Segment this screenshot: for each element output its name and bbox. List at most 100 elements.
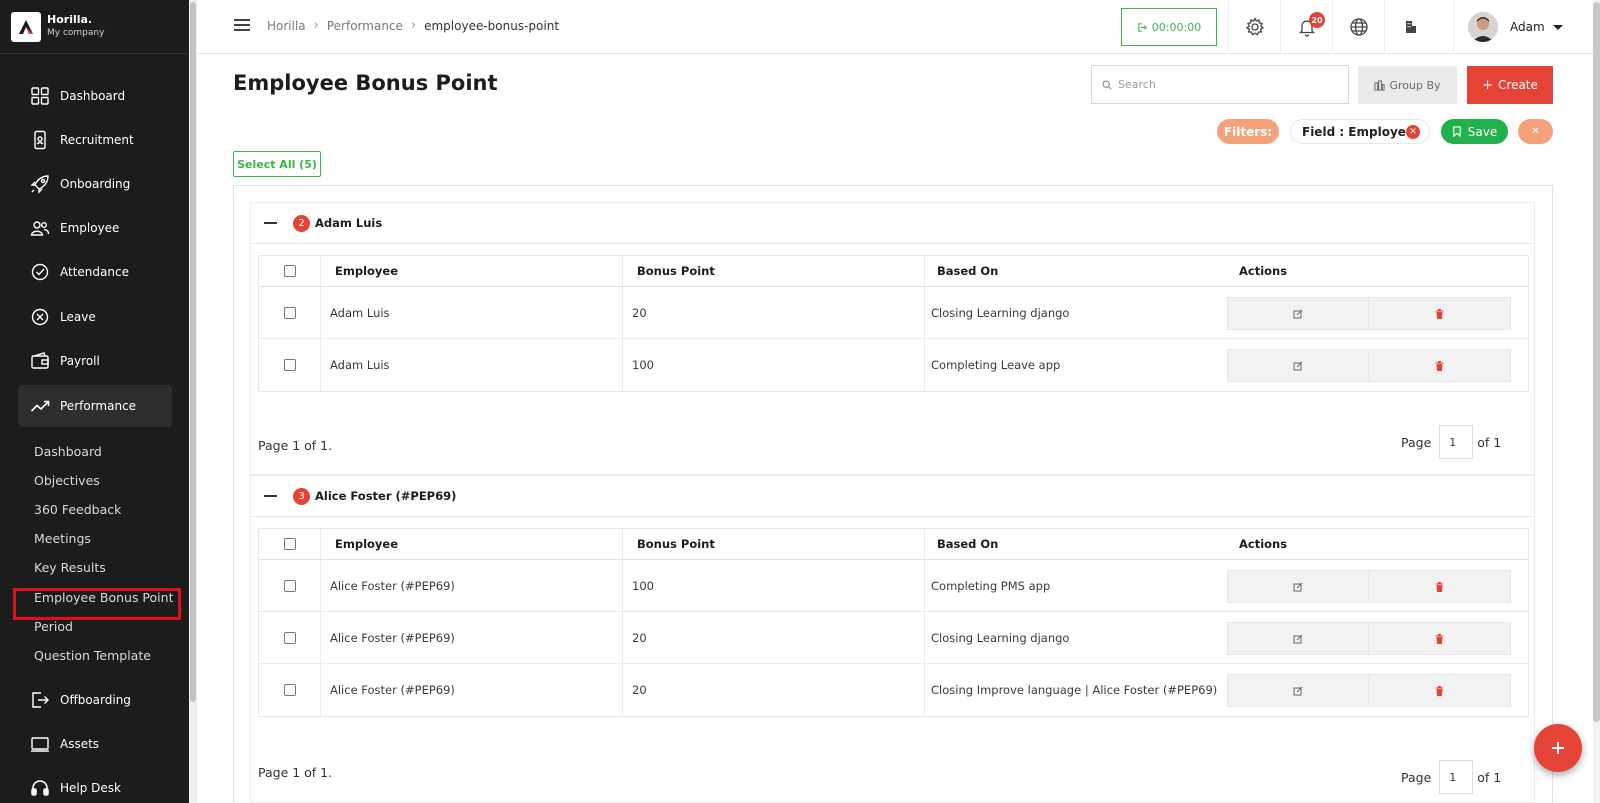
subnav-question-template[interactable]: Question Template: [34, 648, 151, 663]
sidebar-item-label: Assets: [60, 737, 100, 751]
header-checkbox-cell: [259, 256, 321, 286]
sidebar-scrollbar[interactable]: [189, 0, 197, 803]
sidebar-item-label: Employee: [60, 221, 120, 235]
delete-button[interactable]: [1369, 674, 1511, 707]
trash-icon: [1435, 308, 1444, 319]
hamburger-menu-icon[interactable]: [234, 19, 250, 33]
edit-button[interactable]: [1227, 622, 1369, 655]
sidebar-item-employee[interactable]: Employee: [18, 207, 172, 249]
subnav-employee-bonus-point[interactable]: Employee Bonus Point: [34, 590, 173, 605]
select-all-checkbox[interactable]: [283, 265, 296, 277]
subnav-key-results[interactable]: Key Results: [34, 560, 106, 575]
language-button[interactable]: [1332, 0, 1384, 54]
page-scrollbar[interactable]: [1593, 0, 1600, 803]
subnav-objectives[interactable]: Objectives: [34, 473, 100, 488]
check-in-timer-button[interactable]: 00:00:00: [1121, 8, 1217, 46]
page-scrollbar-thumb[interactable]: [1593, 2, 1600, 722]
group-name: Adam Luis: [315, 216, 383, 230]
save-filter-button[interactable]: Save: [1441, 119, 1508, 144]
delete-button[interactable]: [1369, 622, 1511, 655]
sidebar-item-help-desk[interactable]: Help Desk: [18, 767, 172, 803]
sidebar-item-recruitment[interactable]: Recruitment: [18, 119, 172, 161]
delete-button[interactable]: [1369, 349, 1511, 382]
brand[interactable]: Horilla. My company: [0, 0, 189, 54]
cell-bonus-point: 100: [623, 339, 925, 391]
trash-icon: [1435, 633, 1444, 644]
delete-button[interactable]: [1369, 297, 1511, 330]
search-input[interactable]: [1118, 78, 1338, 91]
table-header-row: Employee Bonus Point Based On Actions: [259, 529, 1528, 560]
user-menu[interactable]: Adam: [1453, 0, 1563, 54]
trend-icon: [29, 395, 51, 417]
globe-icon: [1349, 18, 1368, 36]
table-row[interactable]: Adam Luis 100 Completing Leave app: [259, 339, 1528, 391]
bookmark-icon: [1452, 126, 1461, 137]
sidebar-item-onboarding[interactable]: Onboarding: [18, 163, 172, 205]
table-row[interactable]: Alice Foster (#PEP69) 20 Closing Improve…: [259, 664, 1528, 716]
breadcrumb-current: employee-bonus-point: [424, 18, 560, 33]
sidebar-item-label: Onboarding: [60, 177, 131, 191]
page-number-input[interactable]: 1: [1439, 425, 1474, 459]
sidebar-item-leave[interactable]: Leave: [18, 296, 172, 338]
subnav-360-feedback[interactable]: 360 Feedback: [34, 502, 121, 517]
edit-button[interactable]: [1227, 297, 1369, 330]
table-row[interactable]: Alice Foster (#PEP69) 20 Closing Learnin…: [259, 612, 1528, 664]
edit-icon: [1293, 582, 1303, 591]
avatar: [1468, 12, 1498, 42]
create-button[interactable]: + Create: [1467, 66, 1553, 104]
sidebar-item-attendance[interactable]: Attendance: [18, 251, 172, 293]
headset-icon: [29, 777, 51, 799]
row-actions: [1227, 349, 1512, 382]
group-header[interactable]: 2 Adam Luis: [251, 203, 1534, 244]
remove-filter-icon[interactable]: ✕: [1406, 125, 1420, 139]
sidebar-item-label: Payroll: [60, 354, 100, 368]
trash-icon: [1435, 360, 1444, 371]
table-row[interactable]: Alice Foster (#PEP69) 100 Completing PMS…: [259, 560, 1528, 612]
edit-button[interactable]: [1227, 570, 1369, 603]
quick-add-fab-button[interactable]: [1534, 724, 1582, 772]
bonus-table: Employee Bonus Point Based On Actions Al…: [258, 528, 1529, 717]
row-checkbox[interactable]: [283, 306, 296, 319]
delete-button[interactable]: [1369, 570, 1511, 603]
subnav-dashboard[interactable]: Dashboard: [34, 444, 102, 459]
subnav-meetings[interactable]: Meetings: [34, 531, 91, 546]
collapse-icon[interactable]: [264, 222, 277, 224]
edit-button[interactable]: [1227, 349, 1369, 382]
group-count-badge: 2: [293, 214, 310, 232]
page-number-input[interactable]: 1: [1439, 760, 1474, 794]
notifications-button[interactable]: 20: [1280, 0, 1332, 54]
sidebar-item-performance[interactable]: Performance: [18, 385, 172, 427]
breadcrumb-horilla[interactable]: Horilla: [267, 19, 306, 33]
table-row[interactable]: Adam Luis 20 Closing Learning django: [259, 287, 1528, 339]
column-header-employee: Employee: [321, 256, 623, 286]
subnav-period[interactable]: Period: [34, 619, 73, 634]
select-all-checkbox[interactable]: [283, 538, 296, 550]
edit-button[interactable]: [1227, 674, 1369, 707]
x-circle-icon: [29, 306, 51, 328]
rocket-icon: [29, 173, 51, 195]
group-header[interactable]: 3 Alice Foster (#PEP69): [251, 476, 1534, 517]
group-by-button[interactable]: Group By: [1358, 66, 1457, 104]
select-all-button[interactable]: Select All (5): [233, 151, 321, 177]
sidebar-item-assets[interactable]: Assets: [18, 723, 172, 765]
sidebar-item-dashboard[interactable]: Dashboard: [18, 75, 172, 117]
sidebar-item-offboarding[interactable]: Offboarding: [18, 679, 172, 721]
cell-employee: Alice Foster (#PEP69): [321, 560, 623, 611]
column-header-employee: Employee: [321, 529, 623, 559]
page-of-label: of 1: [1477, 434, 1502, 450]
row-checkbox[interactable]: [283, 359, 296, 371]
page-of-label: of 1: [1477, 769, 1502, 785]
row-checkbox[interactable]: [283, 631, 296, 644]
header-checkbox-cell: [259, 529, 321, 559]
sidebar-item-payroll[interactable]: Payroll: [18, 340, 172, 382]
company-switch-button[interactable]: [1384, 0, 1436, 54]
search-box[interactable]: [1091, 65, 1349, 104]
row-checkbox[interactable]: [283, 684, 296, 696]
sidebar-item-label: Leave: [60, 310, 96, 324]
settings-button[interactable]: [1228, 0, 1280, 54]
clear-filters-button[interactable]: ✕: [1518, 119, 1553, 144]
row-checkbox[interactable]: [283, 579, 296, 592]
breadcrumb-performance[interactable]: Performance: [327, 19, 403, 33]
collapse-icon[interactable]: [264, 495, 277, 497]
sidebar-scrollbar-thumb[interactable]: [190, 2, 196, 702]
